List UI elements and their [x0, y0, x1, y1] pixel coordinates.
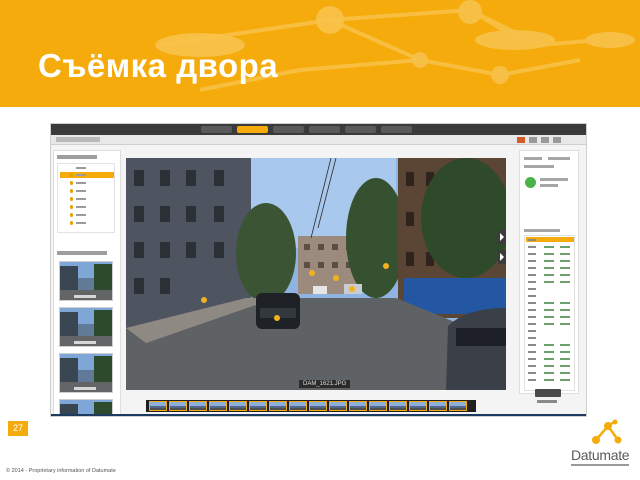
- menu-tab[interactable]: [201, 126, 232, 133]
- copyright-notice: © 2014 - Proprietary information of Datu…: [6, 468, 116, 474]
- header-band: Съёмка двора: [0, 0, 640, 107]
- table-row[interactable]: [526, 251, 574, 256]
- film-frame[interactable]: [329, 401, 347, 411]
- status-label: [540, 178, 568, 181]
- app-menu-bar: [51, 124, 586, 135]
- list-item[interactable]: [60, 204, 114, 210]
- close-icon[interactable]: [553, 137, 561, 143]
- points-header: [57, 155, 97, 159]
- list-item[interactable]: [60, 220, 114, 226]
- table-row[interactable]: [526, 272, 574, 277]
- film-frame[interactable]: [369, 401, 387, 411]
- film-frame[interactable]: [229, 401, 247, 411]
- film-frame[interactable]: [449, 401, 467, 411]
- list-item[interactable]: [60, 180, 114, 186]
- courtyard-photo: [126, 158, 506, 390]
- menu-tab-active[interactable]: [237, 126, 268, 133]
- app-logo-icon: [517, 137, 525, 143]
- film-frame[interactable]: [389, 401, 407, 411]
- film-frame[interactable]: [149, 401, 167, 411]
- menu-tab[interactable]: [345, 126, 376, 133]
- table-row-selected[interactable]: [526, 237, 574, 242]
- film-frame[interactable]: [289, 401, 307, 411]
- arrow-right-icon: [500, 253, 504, 261]
- photo-thumbnail[interactable]: [59, 399, 113, 415]
- table-row[interactable]: [526, 370, 574, 375]
- arrow-right-icon: [500, 233, 504, 241]
- table-row[interactable]: [526, 377, 574, 382]
- points-list[interactable]: [57, 163, 115, 233]
- table-row[interactable]: [526, 265, 574, 270]
- right-panel: [519, 150, 579, 394]
- table-row[interactable]: [526, 258, 574, 263]
- table-row[interactable]: [526, 349, 574, 354]
- minimize-icon[interactable]: [529, 137, 537, 143]
- table-row[interactable]: [526, 314, 574, 319]
- apply-button-label: [537, 400, 557, 403]
- table-row[interactable]: [526, 293, 574, 298]
- table-row[interactable]: [526, 244, 574, 249]
- table-row[interactable]: [526, 363, 574, 368]
- table-row[interactable]: [526, 279, 574, 284]
- project-name: [56, 137, 100, 142]
- photo-filename: DAM_1621.JPG: [299, 380, 351, 388]
- page-number: 27: [8, 421, 28, 436]
- left-panel: [53, 150, 121, 416]
- option-label: [524, 157, 542, 160]
- slide-title: Съёмка двора: [38, 47, 279, 84]
- maximize-icon[interactable]: [541, 137, 549, 143]
- list-item[interactable]: [60, 212, 114, 218]
- film-frame[interactable]: [309, 401, 327, 411]
- table-row[interactable]: [526, 300, 574, 305]
- photos-header: [57, 251, 107, 255]
- menu-tab[interactable]: [381, 126, 412, 133]
- menu-tab[interactable]: [273, 126, 304, 133]
- film-frame[interactable]: [189, 401, 207, 411]
- list-item[interactable]: [60, 165, 114, 171]
- table-row[interactable]: [526, 307, 574, 312]
- photo-thumbnail[interactable]: [59, 261, 113, 301]
- list-item[interactable]: [60, 196, 114, 202]
- option-label: [524, 165, 554, 168]
- logo-tagline: [571, 464, 629, 466]
- table-header: [524, 229, 560, 232]
- film-frame[interactable]: [249, 401, 267, 411]
- table-row[interactable]: [526, 321, 574, 326]
- film-frame[interactable]: [429, 401, 447, 411]
- app-title-bar: [51, 135, 586, 145]
- software-screenshot: DAM_1621.JPG: [50, 123, 587, 417]
- option-label: [548, 157, 570, 160]
- next-photo-button[interactable]: [498, 250, 506, 264]
- filmstrip[interactable]: [146, 400, 476, 412]
- photo-thumbnail[interactable]: [59, 353, 113, 393]
- film-frame[interactable]: [209, 401, 227, 411]
- status-ok-icon: [525, 177, 536, 188]
- photo-thumbnail[interactable]: [59, 307, 113, 347]
- list-item-selected[interactable]: [60, 172, 114, 178]
- film-frame[interactable]: [269, 401, 287, 411]
- photo-viewer[interactable]: DAM_1621.JPG: [126, 158, 506, 390]
- table-row[interactable]: [526, 342, 574, 347]
- table-row[interactable]: [526, 356, 574, 361]
- windows-taskbar: [51, 414, 586, 416]
- menu-tab[interactable]: [309, 126, 340, 133]
- next-photo-button[interactable]: [498, 230, 506, 244]
- film-frame[interactable]: [409, 401, 427, 411]
- apply-button[interactable]: [535, 389, 561, 397]
- film-frame[interactable]: [169, 401, 187, 411]
- status-link[interactable]: [540, 184, 558, 187]
- coordinates-table[interactable]: [524, 235, 575, 391]
- logo-wordmark: Datumate: [571, 447, 630, 463]
- table-row[interactable]: [526, 335, 574, 340]
- presentation-slide: Съёмка двора DAM_1621.JPG 27 © 2014 - Pr…: [0, 0, 640, 480]
- film-frame[interactable]: [349, 401, 367, 411]
- table-row[interactable]: [526, 328, 574, 333]
- list-item[interactable]: [60, 188, 114, 194]
- table-row[interactable]: [526, 286, 574, 291]
